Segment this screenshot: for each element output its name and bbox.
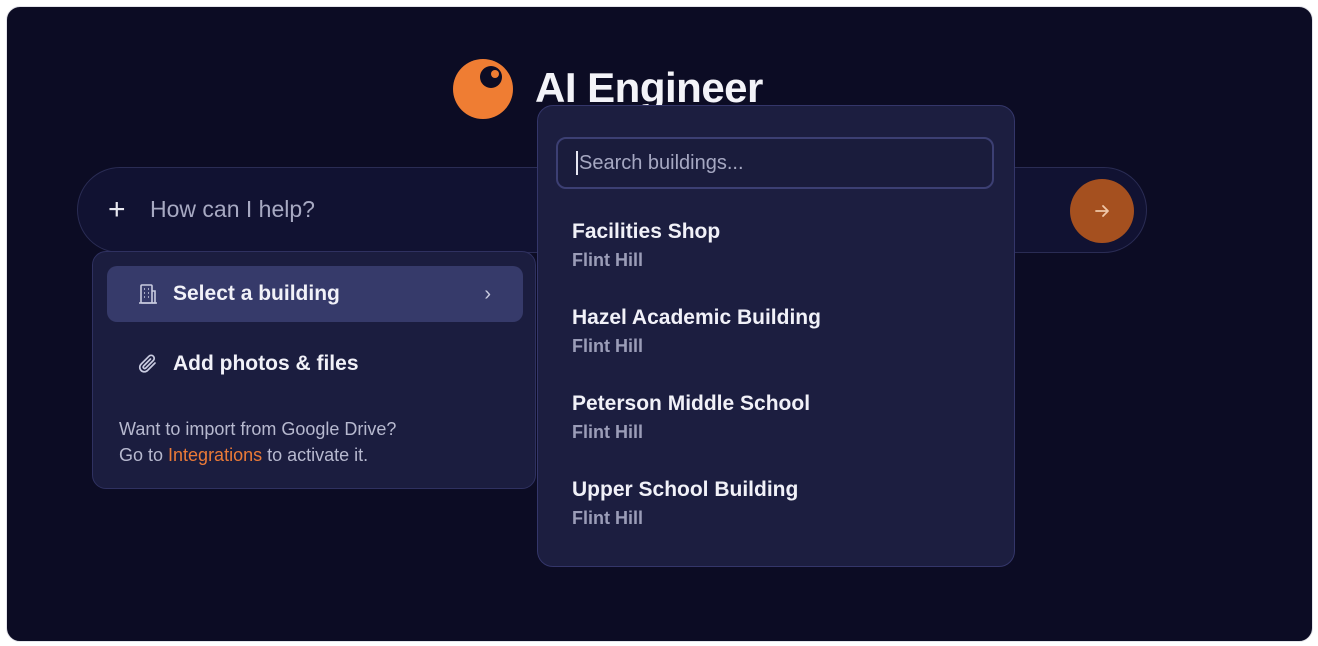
- text-caret: [576, 151, 578, 175]
- building-name: Peterson Middle School: [572, 392, 811, 415]
- import-note-line1: Want to import from Google Drive?: [119, 419, 397, 439]
- add-photos-item[interactable]: Add photos & files: [107, 336, 523, 392]
- building-name: Hazel Academic Building: [572, 306, 821, 329]
- select-building-label: Select a building: [173, 282, 340, 305]
- building-option[interactable]: Peterson Middle School Flint Hill: [572, 392, 992, 458]
- building-name: Upper School Building: [572, 478, 799, 501]
- building-dropdown: Search buildings... Facilities Shop Flin…: [537, 105, 1015, 567]
- import-note-prefix: Go to: [119, 445, 169, 465]
- chevron-right-icon: ›: [484, 282, 491, 305]
- send-button[interactable]: [1070, 179, 1134, 243]
- building-location: Flint Hill: [572, 422, 643, 442]
- import-note: Want to import from Google Drive? Go to …: [119, 416, 396, 468]
- building-location: Flint Hill: [572, 250, 643, 270]
- building-option[interactable]: Upper School Building Flint Hill: [572, 478, 992, 544]
- building-location: Flint Hill: [572, 336, 643, 356]
- building-name: Facilities Shop: [572, 220, 721, 243]
- add-photos-label: Add photos & files: [173, 352, 359, 375]
- arrow-right-icon: [1095, 205, 1109, 217]
- plus-icon[interactable]: +: [108, 190, 126, 230]
- prompt-input[interactable]: How can I help?: [150, 196, 315, 223]
- search-placeholder: Search buildings...: [579, 151, 744, 174]
- building-search-input[interactable]: Search buildings...: [556, 137, 994, 189]
- import-note-line2: Go to Integrations to activate it.: [119, 442, 396, 468]
- building-icon: [135, 281, 161, 307]
- attach-menu: Select a building › Add photos & files W…: [92, 251, 536, 489]
- building-option[interactable]: Hazel Academic Building Flint Hill: [572, 306, 992, 372]
- paperclip-icon: [135, 351, 161, 377]
- logo-mark-icon: [453, 59, 513, 119]
- integrations-link[interactable]: Integrations: [168, 445, 262, 465]
- app-window: AI Engineer + How can I help? Select a b…: [6, 6, 1313, 642]
- building-location: Flint Hill: [572, 508, 643, 528]
- select-building-item[interactable]: Select a building ›: [107, 266, 523, 322]
- building-option[interactable]: Facilities Shop Flint Hill: [572, 220, 992, 286]
- import-note-suffix: to activate it.: [262, 445, 369, 465]
